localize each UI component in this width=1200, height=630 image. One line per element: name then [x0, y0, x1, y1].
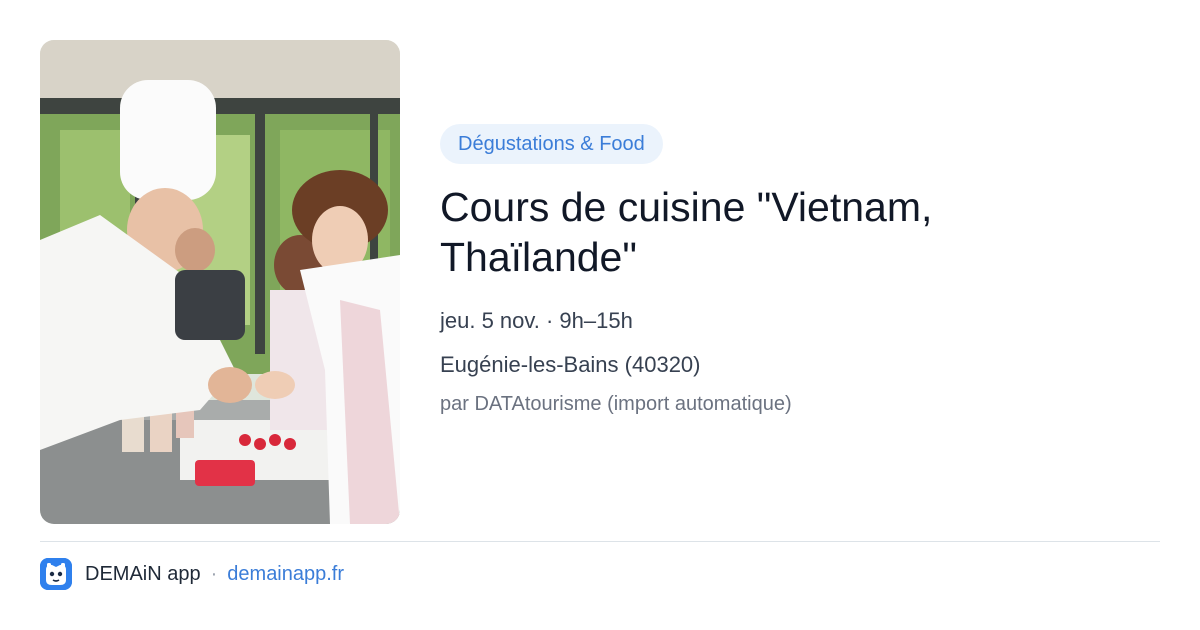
category-badge[interactable]: Dégustations & Food — [440, 124, 663, 164]
event-photo[interactable] — [40, 40, 400, 524]
demain-logo-icon[interactable] — [40, 558, 72, 590]
footer-separator: · — [210, 562, 218, 585]
event-datetime: jeu. 5 nov. · 9h–15h — [440, 308, 633, 333]
event-source: par DATAtourisme (import automatique) — [440, 393, 792, 415]
footer: DEMAiN app · demainapp.fr — [40, 558, 344, 590]
app-domain-link[interactable]: demainapp.fr — [227, 563, 344, 586]
event-details: Dégustations & Food Cours de cuisine "Vi… — [440, 124, 1160, 418]
event-title[interactable]: Cours de cuisine "Vietnam, Thaïlande" — [440, 182, 1040, 282]
app-name: DEMAiN app — [85, 562, 201, 585]
footer-divider — [40, 541, 1160, 542]
share-card: Dégustations & Food Cours de cuisine "Vi… — [0, 0, 1200, 630]
event-location: Eugénie-les-Bains (40320) — [440, 352, 701, 377]
cooking-class-image — [40, 40, 400, 524]
